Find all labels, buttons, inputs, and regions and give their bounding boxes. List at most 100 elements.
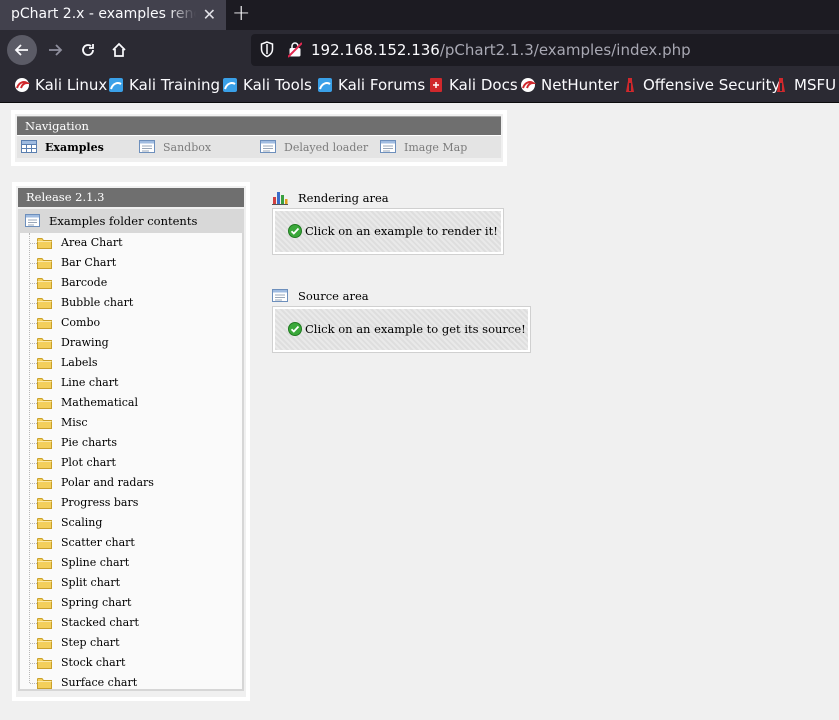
- folder-item[interactable]: Misc: [20, 413, 240, 433]
- folder-item[interactable]: Barcode: [20, 273, 240, 293]
- folder-icon: [37, 438, 52, 449]
- folder-icon: [37, 618, 52, 629]
- folder-item[interactable]: Pie charts: [20, 433, 240, 453]
- new-tab-button[interactable]: +: [232, 1, 250, 26]
- folder-item[interactable]: Progress bars: [20, 493, 240, 513]
- folder-item[interactable]: Combo: [20, 313, 240, 333]
- folder-label: Progress bars: [61, 496, 139, 509]
- rendering-area-box: Click on an example to render it!: [272, 208, 504, 255]
- bookmark-label: Kali Docs: [449, 76, 518, 94]
- nav-item-sandbox[interactable]: Sandbox: [139, 140, 211, 154]
- nav-item-label: Examples: [45, 141, 104, 154]
- bookmark-nethunter[interactable]: NetHunter: [520, 76, 619, 94]
- offsec-icon: [626, 78, 634, 92]
- folder-label: Line chart: [61, 376, 119, 389]
- folder-label: Split chart: [61, 576, 121, 589]
- folder-icon: [37, 478, 52, 489]
- bookmark-kali-docs[interactable]: Kali Docs: [428, 76, 518, 94]
- folder-item[interactable]: Stock chart: [20, 653, 240, 673]
- tab-close-icon[interactable]: ✕: [203, 5, 216, 24]
- home-button[interactable]: [104, 35, 134, 65]
- folder-label: Bubble chart: [61, 296, 134, 309]
- navigation-menu: Examples Sandbox Delayed loader Image Ma…: [17, 135, 501, 158]
- folder-label: Step chart: [61, 636, 120, 649]
- folder-label: Mathematical: [61, 396, 138, 409]
- kali-docs-icon: [430, 78, 442, 92]
- folder-label: Misc: [61, 416, 88, 429]
- kali-dragon-icon: [521, 78, 536, 92]
- nav-item-image-map[interactable]: Image Map: [380, 140, 467, 154]
- folder-item[interactable]: Mathematical: [20, 393, 240, 413]
- bookmarks-toolbar: Kali Linux Kali Training Kali Tools Kali…: [0, 70, 839, 103]
- reload-icon: [82, 44, 94, 56]
- folder-item[interactable]: Scaling: [20, 513, 240, 533]
- bookmark-label: NetHunter: [541, 76, 619, 94]
- bookmark-msfu[interactable]: MSFU: [773, 76, 836, 94]
- folder-item[interactable]: Spring chart: [20, 593, 240, 613]
- window-list-icon: [380, 140, 396, 153]
- folder-label: Drawing: [61, 336, 109, 349]
- back-arrow-icon: [14, 44, 28, 56]
- folder-item[interactable]: Polar and radars: [20, 473, 240, 493]
- folder-label: Spring chart: [61, 596, 132, 609]
- folder-item[interactable]: Bubble chart: [20, 293, 240, 313]
- folder-label: Spline chart: [61, 556, 130, 569]
- folder-item[interactable]: Stacked chart: [20, 613, 240, 633]
- browser-tab[interactable]: pChart 2.x - examples rendering ✕: [0, 0, 226, 30]
- folder-item[interactable]: Split chart: [20, 573, 240, 593]
- folder-label: Barcode: [61, 276, 108, 289]
- folder-label: Stacked chart: [61, 616, 139, 629]
- bookmark-kali-training[interactable]: Kali Training: [108, 76, 220, 94]
- folder-item[interactable]: Bar Chart: [20, 253, 240, 273]
- bookmark-kali-forums[interactable]: Kali Forums: [317, 76, 425, 94]
- nav-item-label: Delayed loader: [284, 141, 369, 154]
- window-list-icon: [260, 140, 276, 153]
- folder-label: Surface chart: [61, 676, 138, 689]
- folder-item[interactable]: Line chart: [20, 373, 240, 393]
- kali-tools-icon: [223, 78, 237, 92]
- bar-chart-icon: [272, 192, 288, 205]
- folder-icon: [37, 398, 52, 409]
- nav-item-examples[interactable]: Examples: [21, 140, 104, 154]
- folder-icon: [37, 378, 52, 389]
- folder-item[interactable]: Drawing: [20, 333, 240, 353]
- folder-item[interactable]: Surface chart: [20, 673, 240, 693]
- folder-icon: [37, 278, 52, 289]
- bookmark-kali-tools[interactable]: Kali Tools: [222, 76, 312, 94]
- folder-label: Stock chart: [61, 656, 126, 669]
- window-list-icon: [139, 140, 155, 153]
- rendering-area-message: Click on an example to render it!: [305, 224, 498, 238]
- examples-folder-title: Examples folder contents: [49, 214, 198, 228]
- check-circle-icon: [288, 322, 302, 336]
- forward-button[interactable]: [40, 35, 70, 65]
- folder-icon: [37, 258, 52, 269]
- nav-item-label: Image Map: [404, 141, 468, 154]
- folder-item[interactable]: Area Chart: [20, 233, 240, 253]
- folder-label: Scatter chart: [61, 536, 135, 549]
- folder-item[interactable]: Step chart: [20, 633, 240, 653]
- folder-icon: [37, 678, 52, 689]
- insecure-lock-icon[interactable]: [288, 41, 302, 58]
- folder-icon: [37, 578, 52, 589]
- folder-icon: [37, 458, 52, 469]
- bookmark-offensive-security[interactable]: Offensive Security: [622, 76, 780, 94]
- folder-icon: [37, 238, 52, 249]
- address-bar[interactable]: 192.168.152.136/pChart2.1.3/examples/ind…: [251, 34, 839, 66]
- folder-item[interactable]: Spline chart: [20, 553, 240, 573]
- reload-button[interactable]: [73, 35, 103, 65]
- bookmark-label: Offensive Security: [643, 76, 781, 94]
- folder-item[interactable]: Scatter chart: [20, 533, 240, 553]
- folder-icon: [37, 558, 52, 569]
- folder-icon: [37, 298, 52, 309]
- nav-item-delayed-loader[interactable]: Delayed loader: [260, 140, 368, 154]
- folder-item[interactable]: Labels: [20, 353, 240, 373]
- tracking-shield-icon[interactable]: [260, 41, 274, 58]
- back-button[interactable]: [7, 35, 37, 65]
- bookmark-label: MSFU: [794, 76, 837, 94]
- table-grid-icon: [21, 140, 37, 153]
- forward-arrow-icon: [49, 44, 63, 56]
- source-area-title: Source area: [298, 289, 369, 303]
- bookmark-kali-linux[interactable]: Kali Linux: [14, 76, 107, 94]
- folder-item[interactable]: Plot chart: [20, 453, 240, 473]
- url-host: 192.168.152.136: [311, 41, 440, 59]
